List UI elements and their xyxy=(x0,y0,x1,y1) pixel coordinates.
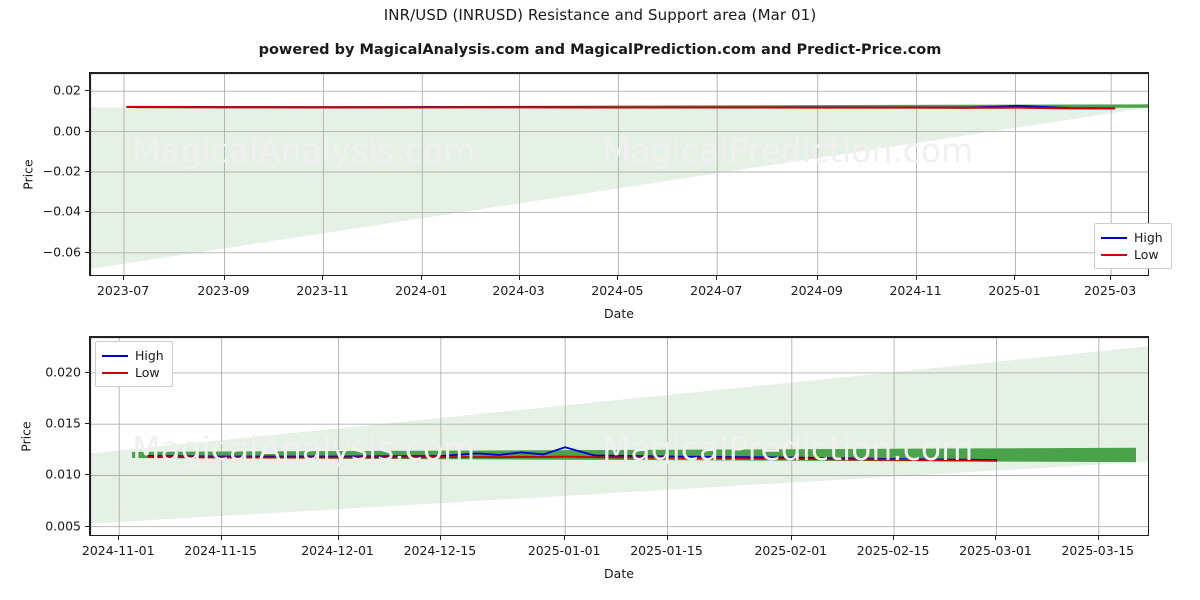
legend-item-high[interactable]: High xyxy=(102,347,164,364)
y-axis-tick-label: 0.020 xyxy=(45,364,81,380)
x-axis-tick-mark xyxy=(518,276,520,280)
y-axis-tick-label: −0.06 xyxy=(42,244,81,260)
legend-label-high: High xyxy=(135,348,164,363)
x-axis-tick-label: 2024-03 xyxy=(492,283,545,298)
x-axis-tick-label: 2024-12-15 xyxy=(403,543,477,558)
figure-canvas: INR/USD (INRUSD) Resistance and Support … xyxy=(0,0,1200,600)
x-axis-tick-mark xyxy=(893,536,895,540)
x-axis-tick-label: 2023-09 xyxy=(197,283,250,298)
x-axis-tick-mark xyxy=(322,276,324,280)
x-axis-tick-label: 2024-05 xyxy=(591,283,644,298)
x-axis-tick-mark xyxy=(118,536,120,540)
x-axis-tick-label: 2024-07 xyxy=(690,283,743,298)
y-axis-tick-mark xyxy=(85,423,89,425)
x-axis-tick-label: 2025-03 xyxy=(1083,283,1137,298)
x-axis-tick-label: 2025-01-01 xyxy=(527,543,601,558)
legend-swatch-low xyxy=(1101,253,1127,256)
top-chart-plot-area: MagicalAnalysis.com MagicalPrediction.co… xyxy=(89,72,1149,276)
top-chart-panel: MagicalAnalysis.com MagicalPrediction.co… xyxy=(89,72,1149,276)
bottom-chart-legend[interactable]: High Low xyxy=(95,341,173,387)
bottom-chart-plot-area: MagicalAnalysis.com MagicalPrediction.co… xyxy=(89,336,1149,536)
x-axis-tick-mark xyxy=(439,536,441,540)
y-axis-tick-mark xyxy=(85,130,89,132)
top-chart-svg xyxy=(90,73,1148,275)
x-axis-tick-label: 2025-01 xyxy=(988,283,1041,298)
x-axis-tick-mark xyxy=(1097,536,1099,540)
y-axis-tick-label: −0.04 xyxy=(42,203,81,219)
x-axis-tick-mark xyxy=(1014,276,1016,280)
y-axis-tick-mark xyxy=(85,90,89,92)
y-axis-tick-mark xyxy=(85,211,89,213)
y-axis-tick-mark xyxy=(85,371,89,373)
x-axis-tick-label: 2024-12-01 xyxy=(301,543,374,558)
x-axis-tick-label: 2024-11 xyxy=(889,283,942,298)
x-axis-tick-mark xyxy=(337,536,339,540)
bottom-chart-xlabel: Date xyxy=(604,566,634,581)
top-chart-ylabel: Price xyxy=(20,159,36,190)
legend-item-low[interactable]: Low xyxy=(1101,246,1163,263)
x-axis-tick-label: 2023-11 xyxy=(296,283,349,298)
x-axis-tick-mark xyxy=(816,276,818,280)
legend-swatch-high xyxy=(102,354,128,357)
legend-label-low: Low xyxy=(1134,247,1159,262)
legend-item-low[interactable]: Low xyxy=(102,364,164,381)
y-axis-tick-mark xyxy=(85,170,89,172)
legend-swatch-low xyxy=(102,371,128,374)
top-chart-legend[interactable]: High Low xyxy=(1094,223,1172,269)
x-axis-tick-label: 2024-11-01 xyxy=(81,543,155,558)
legend-label-high: High xyxy=(1134,230,1163,245)
x-axis-tick-mark xyxy=(223,276,225,280)
watermark-analysis-bottom: MagicalAnalysis.com xyxy=(132,429,476,468)
y-axis-tick-label: 0.00 xyxy=(53,123,81,139)
x-axis-tick-label: 2025-02-01 xyxy=(754,543,828,558)
x-axis-tick-mark xyxy=(1110,276,1112,280)
series-line-low xyxy=(126,105,1116,110)
top-chart-xlabel: Date xyxy=(604,306,634,321)
x-axis-tick-label: 2025-02-15 xyxy=(856,543,930,558)
watermark-prediction-top: MagicalPrediction.com xyxy=(602,131,974,170)
page-subtitle: powered by MagicalAnalysis.com and Magic… xyxy=(258,42,942,58)
x-axis-tick-mark xyxy=(915,276,917,280)
x-axis-tick-mark xyxy=(790,536,792,540)
x-axis-tick-label: 2025-01-15 xyxy=(630,543,703,558)
legend-label-low: Low xyxy=(135,365,160,380)
y-axis-tick-mark xyxy=(85,474,89,476)
y-axis-tick-label: 0.005 xyxy=(45,518,81,534)
x-axis-tick-label: 2024-11-15 xyxy=(184,543,257,558)
bottom-chart-ylabel: Price xyxy=(18,421,34,452)
x-axis-tick-label: 2023-07 xyxy=(96,283,150,298)
watermark-prediction-bottom: MagicalPrediction.com xyxy=(602,429,974,468)
bottom-chart-panel: MagicalAnalysis.com MagicalPrediction.co… xyxy=(89,336,1149,536)
x-axis-tick-label: 2025-03-15 xyxy=(1061,543,1135,558)
x-axis-tick-mark xyxy=(617,276,619,280)
legend-swatch-high xyxy=(1101,236,1127,239)
x-axis-tick-label: 2025-03-01 xyxy=(959,543,1032,558)
x-axis-tick-mark xyxy=(716,276,718,280)
x-axis-tick-mark xyxy=(995,536,997,540)
x-axis-tick-label: 2024-01 xyxy=(395,283,448,298)
y-axis-tick-mark xyxy=(85,525,89,527)
x-axis-tick-mark xyxy=(123,276,125,280)
x-axis-tick-label: 2024-09 xyxy=(790,283,843,298)
x-axis-tick-mark xyxy=(564,536,566,540)
y-axis-tick-mark xyxy=(85,251,89,253)
x-axis-tick-mark xyxy=(666,536,668,540)
y-axis-tick-label: 0.02 xyxy=(53,82,81,98)
page-title: INR/USD (INRUSD) Resistance and Support … xyxy=(383,6,817,24)
legend-item-high[interactable]: High xyxy=(1101,229,1163,246)
x-axis-tick-mark xyxy=(421,276,423,280)
watermark-analysis-top: MagicalAnalysis.com xyxy=(132,131,476,170)
x-axis-tick-mark xyxy=(220,536,222,540)
y-axis-tick-label: 0.010 xyxy=(45,466,81,482)
